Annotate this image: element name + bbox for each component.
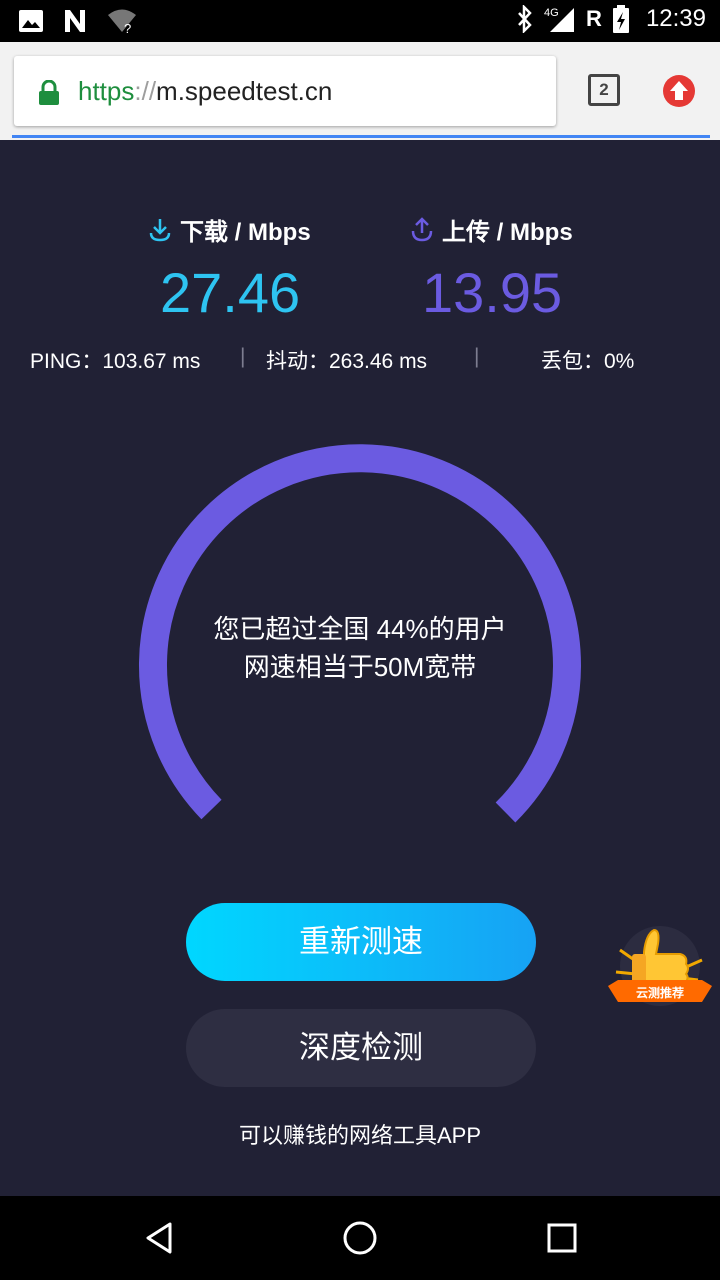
address-bar[interactable]: https://m.speedtest.cn [14, 56, 556, 126]
status-bar: ? 4G R 12:39 [0, 0, 720, 42]
gauge-message: 您已超过全国 44%的用户 网速相当于50M宽带 [140, 610, 580, 686]
download-label: 下载 / Mbps [180, 219, 311, 246]
svg-text:?: ? [124, 21, 131, 34]
recommend-badge[interactable]: 云测推荐 [606, 920, 714, 1020]
upload-icon [411, 216, 433, 241]
deep-check-button[interactable]: 深度检测 [186, 1009, 536, 1087]
jitter-value: 抖动：263.46 ms [266, 350, 428, 373]
roaming-indicator: R [586, 6, 602, 31]
thumbs-up-icon [608, 926, 712, 1006]
metric-separator: | [240, 345, 246, 368]
lock-icon[interactable] [38, 80, 60, 106]
url-host: m.speedtest.cn [156, 76, 333, 106]
wifi-unknown-icon: ? [108, 9, 136, 34]
url-separator: :// [134, 76, 157, 106]
footer-tagline: 可以赚钱的网络工具APP [238, 1123, 482, 1148]
url-text[interactable]: https://m.speedtest.cn [78, 76, 332, 107]
image-icon [19, 10, 43, 32]
ping-value: PING：103.67 ms [30, 350, 201, 373]
gauge-message-line2: 网速相当于50M宽带 [243, 652, 477, 682]
download-value: 27.46 [160, 261, 301, 324]
clock: 12:39 [645, 5, 706, 32]
url-scheme: https [78, 76, 135, 106]
home-icon[interactable] [340, 1218, 380, 1258]
network-type: 4G [544, 7, 559, 19]
metric-separator: | [474, 345, 480, 368]
packet-loss-value: 丢包：0% [541, 350, 635, 373]
back-icon[interactable] [140, 1218, 180, 1258]
upload-label: 上传 / Mbps [442, 219, 573, 246]
retest-button[interactable]: 重新测速 [186, 903, 536, 981]
update-icon[interactable] [662, 74, 696, 108]
download-icon [149, 218, 171, 241]
battery-charging-icon [612, 5, 629, 33]
tab-switcher-button[interactable]: 2 [588, 74, 620, 106]
speedtest-page: 下载 / Mbps 上传 / Mbps 27.46 13.95 PING：103… [0, 140, 720, 1196]
signal-icon: 4G [544, 7, 575, 32]
recommend-label: 云测推荐 [635, 986, 684, 1000]
recents-icon[interactable] [542, 1218, 582, 1258]
upload-header: 上传 / Mbps [410, 212, 573, 247]
navigation-bar [0, 1196, 720, 1280]
bluetooth-icon [518, 5, 532, 33]
gauge-message-line1: 您已超过全国 44%的用户 [213, 614, 507, 644]
page-load-progress [12, 135, 710, 138]
n-notification-icon [65, 10, 85, 32]
browser-toolbar: https://m.speedtest.cn 2 [0, 42, 720, 140]
upload-value: 13.95 [422, 261, 563, 324]
download-header: 下载 / Mbps [148, 212, 311, 247]
